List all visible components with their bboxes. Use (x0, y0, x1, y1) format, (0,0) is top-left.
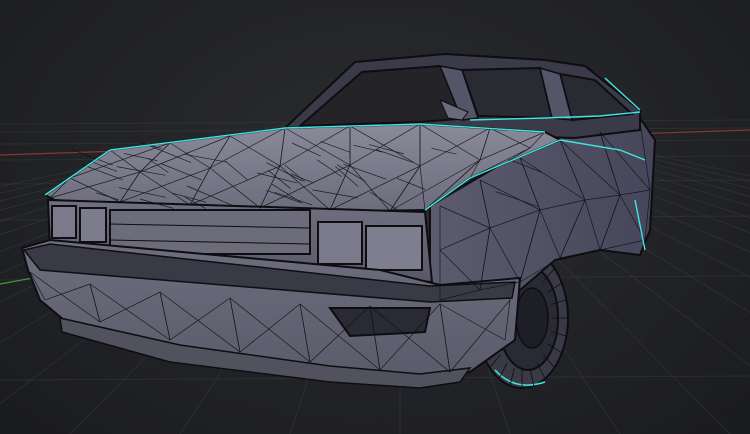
viewport-canvas[interactable] (0, 0, 750, 434)
3d-viewport[interactable] (0, 0, 750, 434)
car-model[interactable] (20, 52, 657, 389)
headlight-left (51, 205, 107, 243)
headlight-right (317, 221, 423, 271)
